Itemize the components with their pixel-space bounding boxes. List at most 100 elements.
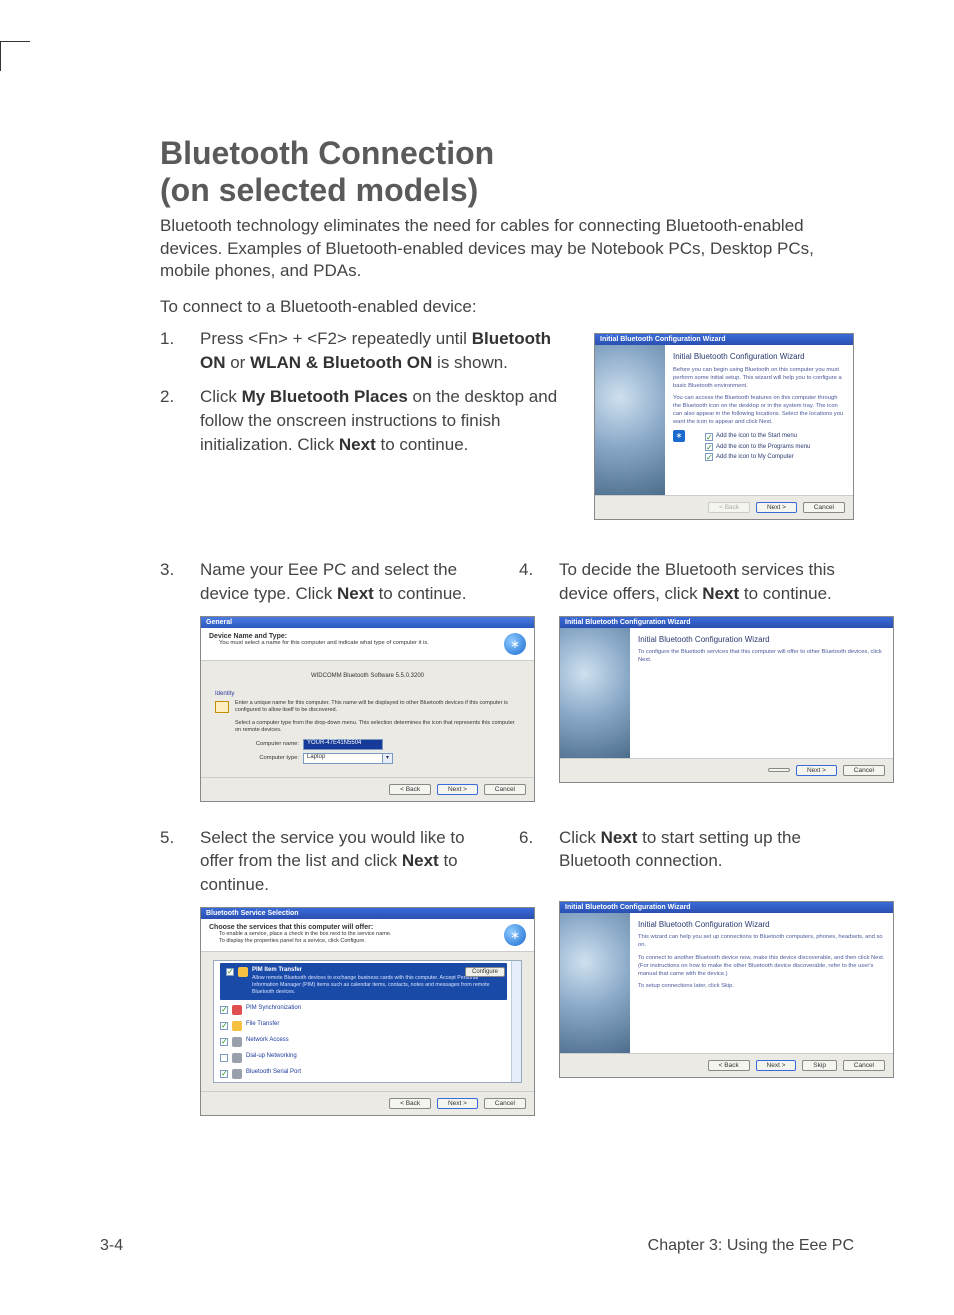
checkbox-icon[interactable] (220, 1054, 228, 1062)
dlg3-subheader: You must select a name for this computer… (219, 640, 429, 646)
dlg6-next-button[interactable]: Next > (756, 1060, 797, 1071)
dlg4-heading: Initial Bluetooth Configuration Wizard (638, 634, 885, 645)
dlg3-buttons: < Back Next > Cancel (201, 777, 534, 801)
lead-text: To connect to a Bluetooth-enabled device… (160, 297, 854, 317)
dlg3-idtext2: Select a computer type from the drop-dow… (235, 720, 520, 734)
step-1-num: 1. (160, 327, 200, 375)
step-6-num: 6. (519, 826, 559, 874)
configure-button[interactable]: Configure (465, 967, 505, 977)
step-2-num: 2. (160, 385, 200, 456)
dlg4-cancel-button[interactable]: Cancel (843, 765, 885, 776)
dlg3-identity-label: Identity (215, 691, 520, 697)
dlg1-titlebar: Initial Bluetooth Configuration Wizard (595, 334, 853, 345)
checkbox-icon[interactable] (226, 968, 234, 976)
globe-icon (560, 628, 630, 758)
step-2: 2. Click My Bluetooth Places on the desk… (160, 385, 570, 456)
dlg3-header: Device Name and Type: (209, 633, 429, 640)
dlg6-titlebar: Initial Bluetooth Configuration Wizard (560, 902, 893, 913)
dlg3-titlebar: General (201, 617, 534, 628)
service-icon (232, 1053, 242, 1063)
step-5-num: 5. (160, 826, 200, 897)
dlg1-cancel-button[interactable]: Cancel (803, 502, 845, 513)
chevron-down-icon[interactable]: ▾ (383, 753, 393, 764)
scrollbar[interactable] (511, 961, 521, 1082)
service-file-transfer[interactable]: File Transfer (214, 1018, 521, 1034)
service-icon (232, 1005, 242, 1015)
dlg1-p2: You can access the Bluetooth features on… (673, 394, 845, 426)
dlg1-back-button: < Back (708, 502, 750, 513)
dlg3-version: WIDCOMM Bluetooth Software 5.5.0.3200 (215, 673, 520, 679)
dlg5-cancel-button[interactable]: Cancel (484, 1098, 526, 1109)
step-4-text: To decide the Bluetooth services this de… (559, 558, 854, 606)
service-icon (232, 1069, 242, 1079)
dlg1-check-programs[interactable]: Add the icon to the Programs menu (705, 443, 845, 451)
dlg5-header: Choose the services that this computer w… (209, 924, 391, 931)
service-serial-port[interactable]: Bluetooth Serial Port (214, 1066, 521, 1082)
dlg3-next-button[interactable]: Next > (437, 784, 478, 795)
dlg4-next-button[interactable]: Next > (796, 765, 837, 776)
service-network-access[interactable]: Network Access (214, 1034, 521, 1050)
dlg3-type-select[interactable]: Laptop (303, 753, 383, 764)
checkbox-icon[interactable] (220, 1022, 228, 1030)
page-title: Bluetooth Connection (on selected models… (160, 135, 854, 209)
dlg4-buttons: Next > Cancel (560, 758, 893, 782)
page-number: 3-4 (100, 1237, 123, 1255)
service-dialup[interactable]: Dial-up Networking (214, 1050, 521, 1066)
screenshot-service-selection: Bluetooth Service Selection Choose the s… (200, 907, 535, 1116)
step-6: 6. Click Next to start setting up the Bl… (519, 826, 854, 874)
globe-icon (595, 345, 665, 495)
dlg1-next-button[interactable]: Next > (756, 502, 797, 513)
dlg3-type-label: Computer type: (241, 755, 299, 761)
globe-icon (560, 913, 630, 1053)
screenshot-general: General Device Name and Type: You must s… (200, 616, 535, 802)
dlg6-p1: This wizard can help you set up connecti… (638, 933, 885, 949)
step-4: 4. To decide the Bluetooth services this… (519, 558, 854, 606)
step-5: 5. Select the service you would like to … (160, 826, 495, 897)
dlg3-name-label: Computer name: (241, 741, 299, 747)
screenshot-wizard-1: Initial Bluetooth Configuration Wizard I… (594, 333, 854, 520)
step-5-text: Select the service you would like to off… (200, 826, 495, 897)
service-pim-item-transfer[interactable]: PIM Item Transfer Allow remote Bluetooth… (220, 963, 507, 1000)
dlg6-heading: Initial Bluetooth Configuration Wizard (638, 919, 885, 930)
id-card-icon (215, 701, 229, 713)
dlg4-back-button data-bind=[interactable] (768, 768, 790, 772)
step-3-num: 3. (160, 558, 200, 606)
dlg3-computer-name-field: Computer name: YOUR-47E41N5504 (241, 739, 520, 750)
step-6-text: Click Next to start setting up the Bluet… (559, 826, 854, 874)
dlg4-p1: To configure the Bluetooth services that… (638, 648, 885, 664)
chapter-label: Chapter 3: Using the Eee PC (648, 1237, 854, 1255)
step-3: 3. Name your Eee PC and select the devic… (160, 558, 495, 606)
dlg5-buttons: < Back Next > Cancel (201, 1091, 534, 1115)
dlg3-idtext1: Enter a unique name for this computer. T… (235, 700, 520, 714)
service-icon (232, 1021, 242, 1031)
checkbox-icon[interactable] (220, 1038, 228, 1046)
dlg5-titlebar: Bluetooth Service Selection (201, 908, 534, 919)
checkbox-icon[interactable] (220, 1006, 228, 1014)
service-icon (232, 1037, 242, 1047)
intro-text: Bluetooth technology eliminates the need… (160, 215, 854, 284)
dlg3-name-input[interactable]: YOUR-47E41N5504 (303, 739, 383, 750)
bluetooth-icon: ∗ (673, 430, 685, 442)
dlg3-back-button[interactable]: < Back (389, 784, 431, 795)
dlg3-computer-type-field: Computer type: Laptop ▾ (241, 753, 520, 764)
dlg1-check-start[interactable]: Add the icon to the Start menu (705, 432, 845, 440)
dlg1-buttons: < Back Next > Cancel (595, 495, 853, 519)
dlg5-back-button[interactable]: < Back (389, 1098, 431, 1109)
step-3-text: Name your Eee PC and select the device t… (200, 558, 495, 606)
step-4-num: 4. (519, 558, 559, 606)
dlg6-p3: To setup connections later, click Skip. (638, 982, 885, 990)
dlg6-buttons: < Back Next > Skip Cancel (560, 1053, 893, 1077)
service-icon (238, 967, 248, 977)
service-pim-sync[interactable]: PIM Synchronization (214, 1002, 521, 1018)
step-1: 1. Press <Fn> + <F2> repeatedly until Bl… (160, 327, 570, 375)
dlg6-cancel-button[interactable]: Cancel (843, 1060, 885, 1071)
dlg5-subheader: To enable a service, place a check in th… (219, 931, 391, 945)
checkbox-icon[interactable] (220, 1070, 228, 1078)
screenshot-wizard-6: Initial Bluetooth Configuration Wizard I… (559, 901, 894, 1078)
dlg1-check-mycomputer[interactable]: Add the icon to My Computer (705, 453, 845, 461)
dlg5-next-button[interactable]: Next > (437, 1098, 478, 1109)
dlg6-skip-button[interactable]: Skip (802, 1060, 837, 1071)
title-line-2: (on selected models) (160, 172, 478, 208)
dlg6-back-button[interactable]: < Back (708, 1060, 750, 1071)
step-1-text: Press <Fn> + <F2> repeatedly until Bluet… (200, 327, 570, 375)
